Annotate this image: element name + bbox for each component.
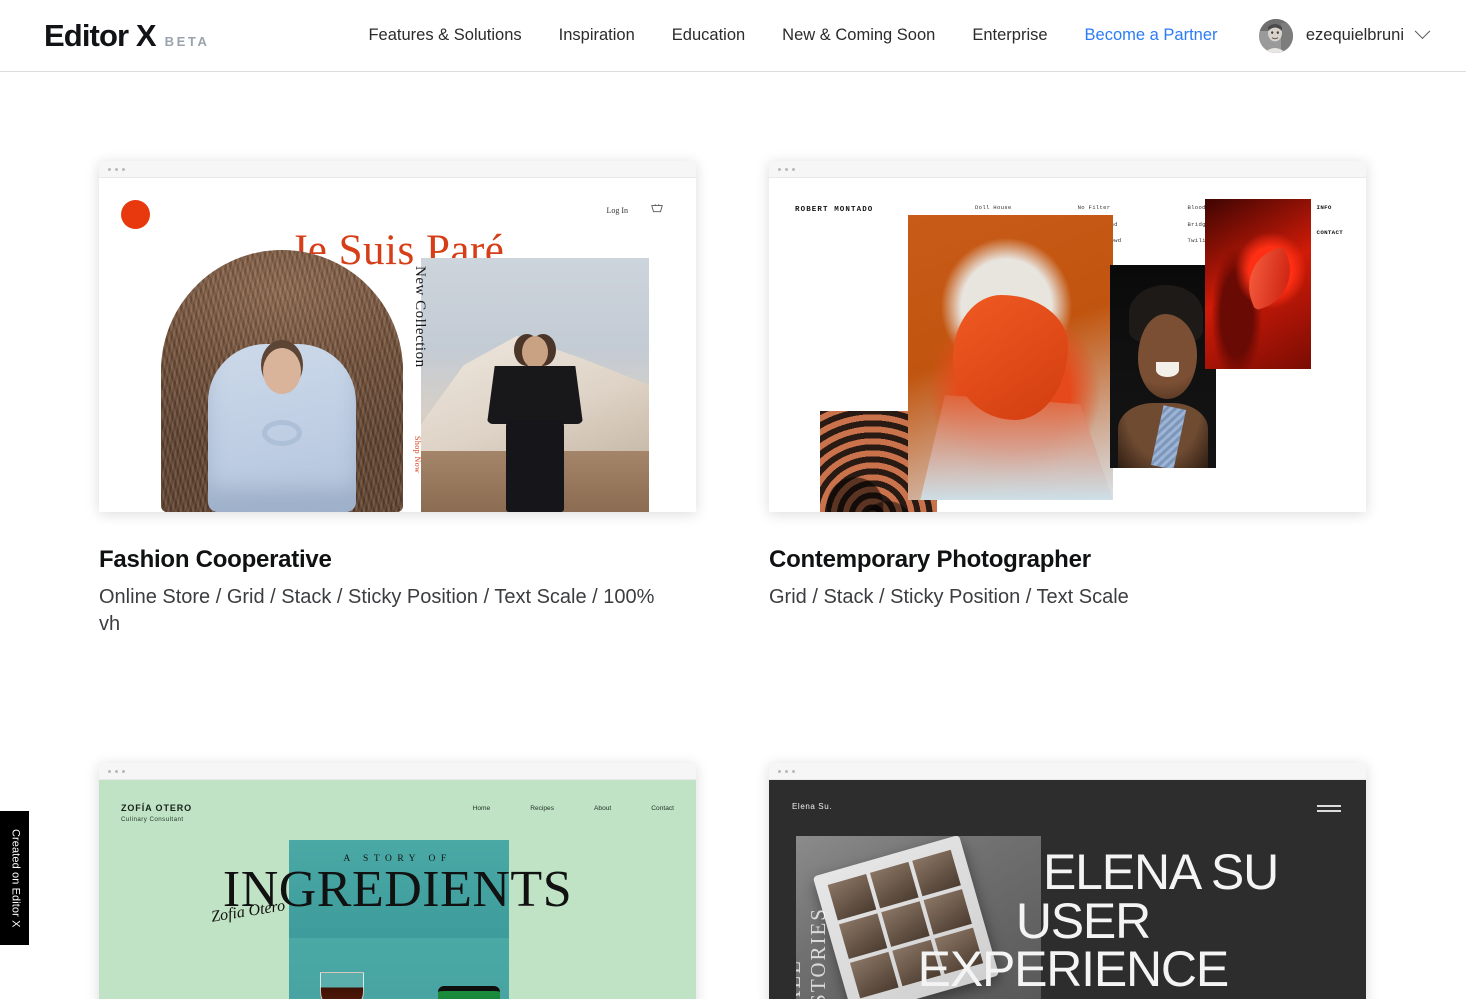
preview-content-culinary: ZOFÍA OTERO Culinary Consultant Home Rec… [99,780,696,999]
preview-headline-line: EXPERIENCE [917,941,1230,997]
preview-nav-home: Home [472,805,491,812]
avatar [1258,18,1293,53]
created-on-editor-x-badge[interactable]: Created on Editor X [0,811,29,945]
preview-browser-window[interactable]: ROBERT MONTADO Doll House Laura J Bloomi… [769,161,1366,512]
preview-browser-window[interactable]: Elena Su. ALL STORIES ELENA SU USER EXPE… [769,763,1366,999]
nav-item-features[interactable]: Features & Solutions [368,26,521,45]
chrome-dot-icon [785,769,788,773]
chrome-dot-icon [115,167,118,171]
preview-vertical-label: New Collection [412,266,428,368]
card-title: Contemporary Photographer [769,546,1091,573]
card-subtitle: Online Store / Grid / Stack / Sticky Pos… [99,586,655,635]
nav-item-education[interactable]: Education [672,26,745,45]
hamburger-menu-icon[interactable] [1317,805,1341,815]
nav-item-inspiration[interactable]: Inspiration [559,26,635,45]
preview-shop-now-link: Shop Now [413,436,422,474]
preview-login-link: Log In [606,206,628,215]
preview-headline-line: ELENA SU [1043,844,1279,900]
main-nav: Features & Solutions Inspiration Educati… [368,26,1217,45]
preview-content-photographer: ROBERT MONTADO Doll House Laura J Bloomi… [769,178,1366,512]
preview-headline: INGREDIENTS [222,861,573,918]
preview-browser-window[interactable]: ZOFÍA OTERO Culinary Consultant Home Rec… [99,763,696,999]
chrome-dot-icon [792,167,795,171]
card-caption: Fashion Cooperative Online Store / Grid … [99,546,696,638]
chrome-dot-icon [778,769,781,773]
username-label: ezequielbruni [1305,26,1404,44]
browser-chrome-bar [769,161,1366,178]
preview-nav-about: About [594,805,612,812]
preview-headline-line: DESIGNER [769,993,1348,999]
preview-brand-name: ZOFÍA OTERO [121,803,193,813]
chrome-dot-icon [108,769,111,773]
preview-photo-model-blue [161,250,403,512]
chrome-dot-icon [792,769,795,773]
chrome-dot-icon [122,769,125,773]
template-card-elena-su[interactable]: Elena Su. ALL STORIES ELENA SU USER EXPE… [769,763,1366,999]
chrome-dot-icon [122,167,125,171]
preview-photo-portrait [1110,265,1216,468]
preview-content-fashion: Log In Je Suis Paré [99,178,696,512]
browser-chrome-bar [99,161,696,178]
browser-chrome-bar [769,763,1366,780]
preview-headline: ELENA SU USER EXPERIENCE DESIGNER ART DI… [769,844,1348,999]
preview-browser-window[interactable]: Log In Je Suis Paré [99,161,696,512]
logo-text: Editor X [44,17,157,53]
logo-beta-badge: BETA [164,33,210,49]
preview-headline-line: USER [1015,892,1151,949]
site-header: Editor X BETA Features & Solutions Inspi… [0,0,1466,72]
preview-brand-tagline: Culinary Consultant [121,816,184,823]
preview-nav: Home Recipes About Contact [473,805,674,812]
preview-nav-contact: Contact [651,805,674,812]
preview-content-elena-su: Elena Su. ALL STORIES ELENA SU USER EXPE… [769,780,1366,999]
preview-brand-name: Elena Su. [792,802,833,811]
template-card-culinary-consultant[interactable]: ZOFÍA OTERO Culinary Consultant Home Rec… [99,763,696,999]
chrome-dot-icon [778,167,781,171]
brand-mark-circle-icon [121,200,150,229]
card-title: Fashion Cooperative [99,546,332,573]
template-card-contemporary-photographer[interactable]: ROBERT MONTADO Doll House Laura J Bloomi… [769,161,1366,611]
nav-item-enterprise[interactable]: Enterprise [972,26,1047,45]
created-on-editor-x-label: Created on Editor X [9,828,22,928]
logo[interactable]: Editor X BETA [44,18,209,54]
chrome-dot-icon [115,769,118,773]
preview-photo-model-black [421,258,649,512]
browser-chrome-bar [99,763,696,780]
preview-nav-recipes: Recipes [530,805,555,812]
preview-photo-orange-hands [908,215,1113,500]
chevron-down-icon[interactable] [1414,23,1431,40]
card-subtitle: Grid / Stack / Sticky Position / Text Sc… [769,586,1129,608]
preview-photo-food [289,938,509,999]
chrome-dot-icon [785,167,788,171]
preview-photo-collage [769,178,1366,512]
user-menu[interactable]: ezequielbruni [1258,18,1431,53]
cart-icon [651,204,663,213]
chrome-dot-icon [108,167,111,171]
template-card-fashion-cooperative[interactable]: Log In Je Suis Paré [99,161,696,638]
nav-item-new-and-coming-soon[interactable]: New & Coming Soon [782,26,935,45]
preview-photo-red-leaves [1205,199,1311,369]
card-caption: Contemporary Photographer Grid / Stack /… [769,546,1366,611]
nav-item-become-a-partner[interactable]: Become a Partner [1085,26,1218,45]
